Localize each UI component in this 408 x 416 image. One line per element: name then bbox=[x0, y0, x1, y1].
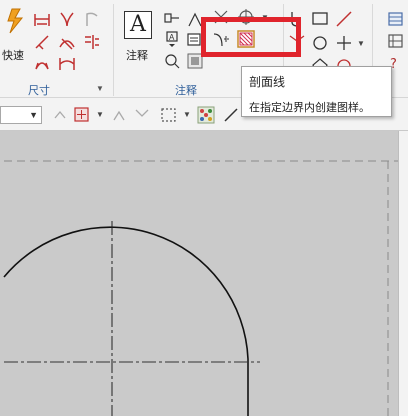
mid-point-icon[interactable] bbox=[110, 106, 128, 124]
circle-icon[interactable] bbox=[311, 34, 329, 52]
feature-control-frame-icon[interactable] bbox=[163, 10, 181, 28]
drawing-sheet bbox=[3, 160, 398, 416]
sketch-dropdown-icon[interactable]: ▼ bbox=[357, 39, 365, 48]
group-separator bbox=[113, 4, 114, 96]
rapid-dimension-icon[interactable] bbox=[4, 8, 26, 34]
line-icon[interactable] bbox=[335, 10, 353, 28]
annotation-group-label: 注释 bbox=[175, 85, 197, 97]
angular-dimension-icon[interactable] bbox=[83, 10, 101, 28]
right-scroll-strip[interactable] bbox=[398, 131, 408, 416]
hatch-tooltip: 剖面线 在指定边界内创建图样。 bbox=[241, 66, 392, 117]
dimension-group-more-icon[interactable]: ▼ bbox=[96, 84, 104, 93]
radial-dimension-icon[interactable] bbox=[58, 10, 76, 28]
snap-point-icon[interactable] bbox=[52, 106, 70, 124]
end-point-icon[interactable] bbox=[73, 106, 91, 124]
svg-text:A: A bbox=[169, 33, 175, 42]
rectangle-icon[interactable] bbox=[311, 10, 329, 28]
table-icon[interactable] bbox=[387, 10, 405, 28]
perimeter-dimension-icon[interactable] bbox=[58, 54, 76, 72]
note-icon[interactable]: A bbox=[124, 11, 152, 39]
selection-box-icon[interactable] bbox=[160, 106, 178, 124]
control-point-icon[interactable] bbox=[133, 106, 151, 124]
combo-dropdown-icon[interactable]: ▼ bbox=[29, 110, 38, 120]
tooltip-description: 在指定边界内创建图样。 bbox=[249, 102, 370, 114]
rapid-dimension-label[interactable]: 快速 bbox=[2, 47, 24, 63]
diagonal-line-icon[interactable] bbox=[222, 106, 240, 124]
note-label[interactable]: 注释 bbox=[126, 47, 148, 63]
dimension-group-label: 尺寸 bbox=[28, 85, 50, 97]
ordinate-dimension-icon[interactable] bbox=[83, 33, 101, 51]
point-icon[interactable] bbox=[335, 34, 353, 52]
thickness-dimension-icon[interactable] bbox=[58, 33, 76, 51]
datum-feature-icon[interactable]: A bbox=[163, 30, 181, 48]
selection-dropdown-icon[interactable]: ▼ bbox=[183, 110, 191, 119]
linear-dimension-icon[interactable] bbox=[33, 10, 51, 28]
circle-outline bbox=[3, 226, 249, 416]
drawing-canvas[interactable] bbox=[0, 131, 408, 416]
tooltip-title: 剖面线 bbox=[249, 75, 286, 89]
datum-target-icon[interactable] bbox=[163, 52, 181, 70]
hatch-tool-highlight bbox=[201, 17, 301, 57]
snap-settings-icon[interactable] bbox=[197, 106, 215, 124]
parts-list-icon[interactable] bbox=[387, 32, 405, 50]
chamfer-dimension-icon[interactable] bbox=[33, 33, 51, 51]
arc-length-dimension-icon[interactable] bbox=[33, 54, 51, 72]
selection-filter-combo[interactable]: ▼ bbox=[0, 106, 42, 124]
snap-dropdown-icon[interactable]: ▼ bbox=[96, 110, 104, 119]
